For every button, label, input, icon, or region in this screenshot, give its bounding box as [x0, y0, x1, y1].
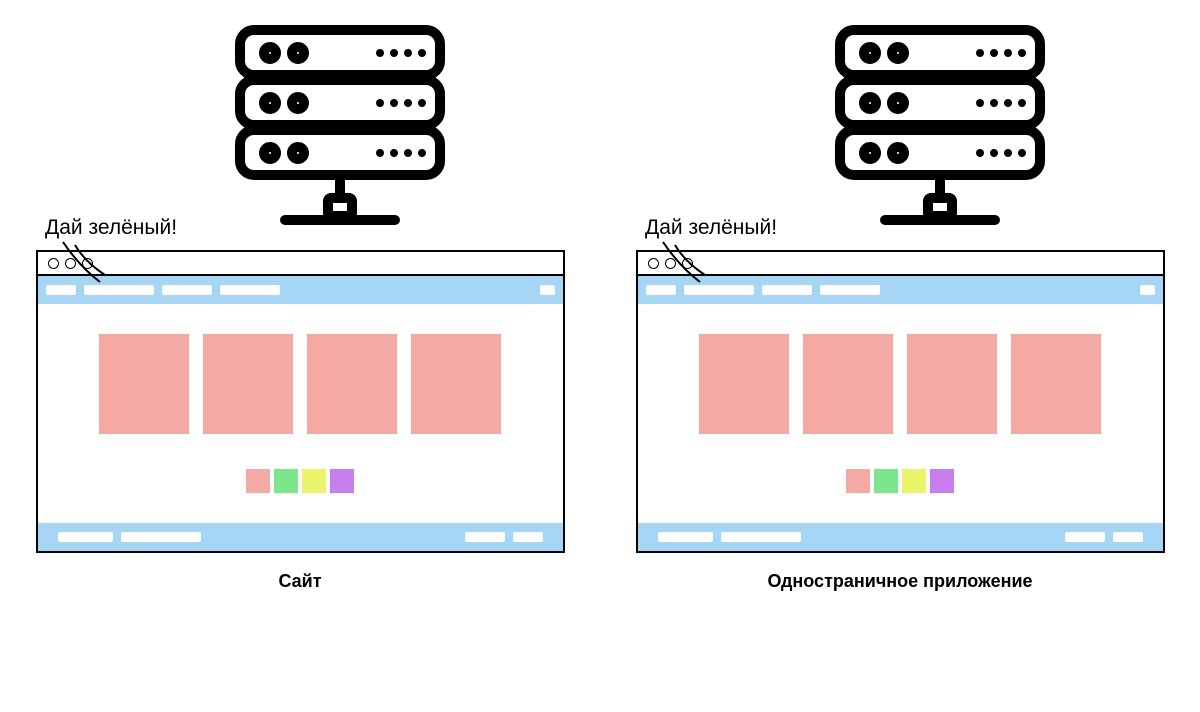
color-picker [246, 469, 354, 493]
footer-placeholder [658, 532, 713, 542]
speech-tail-icon [55, 237, 115, 287]
swatch-yellow [302, 469, 326, 493]
card-block [203, 334, 293, 434]
panel-caption: Одностраничное приложение [767, 571, 1032, 592]
toolbar-placeholder [762, 285, 812, 295]
speech-bubble: Дай зелёный! [45, 217, 177, 238]
speech-text: Дай зелёный! [645, 216, 777, 239]
swatch-pink [846, 469, 870, 493]
page-content [38, 304, 563, 523]
card-block [99, 334, 189, 434]
footer-placeholder [513, 532, 543, 542]
card-block [803, 334, 893, 434]
swatch-green [874, 469, 898, 493]
content-cards [99, 334, 501, 434]
color-picker [846, 469, 954, 493]
swatch-purple [330, 469, 354, 493]
card-block [307, 334, 397, 434]
swatch-yellow [902, 469, 926, 493]
browser-titlebar [638, 252, 1163, 276]
toolbar-placeholder [220, 285, 280, 295]
browser-toolbar [38, 276, 563, 304]
server-icon [230, 20, 450, 250]
speech-text: Дай зелёный! [45, 216, 177, 239]
content-cards [699, 334, 1101, 434]
browser-window [636, 250, 1165, 553]
server-area: Дай зелёный! [35, 20, 565, 250]
speech-tail-icon [655, 237, 715, 287]
speech-bubble: Дай зелёный! [645, 217, 777, 238]
browser-window [36, 250, 565, 553]
footer-placeholder [1113, 532, 1143, 542]
swatch-purple [930, 469, 954, 493]
panel-right: Дай зелёный! [635, 20, 1165, 692]
card-block [699, 334, 789, 434]
footer-placeholder [721, 532, 801, 542]
server-area: Дай зелёный! [635, 20, 1165, 250]
toolbar-placeholder [162, 285, 212, 295]
toolbar-placeholder [540, 285, 555, 295]
page-content [638, 304, 1163, 523]
footer-placeholder [121, 532, 201, 542]
swatch-pink [246, 469, 270, 493]
card-block [411, 334, 501, 434]
panel-left: Дай зелёный! [35, 20, 565, 692]
panel-caption: Сайт [278, 571, 321, 592]
footer-placeholder [465, 532, 505, 542]
swatch-green [274, 469, 298, 493]
card-block [1011, 334, 1101, 434]
browser-titlebar [38, 252, 563, 276]
footer-placeholder [58, 532, 113, 542]
toolbar-placeholder [820, 285, 880, 295]
browser-toolbar [638, 276, 1163, 304]
footer-placeholder [1065, 532, 1105, 542]
browser-footer [38, 523, 563, 551]
browser-footer [638, 523, 1163, 551]
card-block [907, 334, 997, 434]
toolbar-placeholder [1140, 285, 1155, 295]
server-icon [830, 20, 1050, 250]
